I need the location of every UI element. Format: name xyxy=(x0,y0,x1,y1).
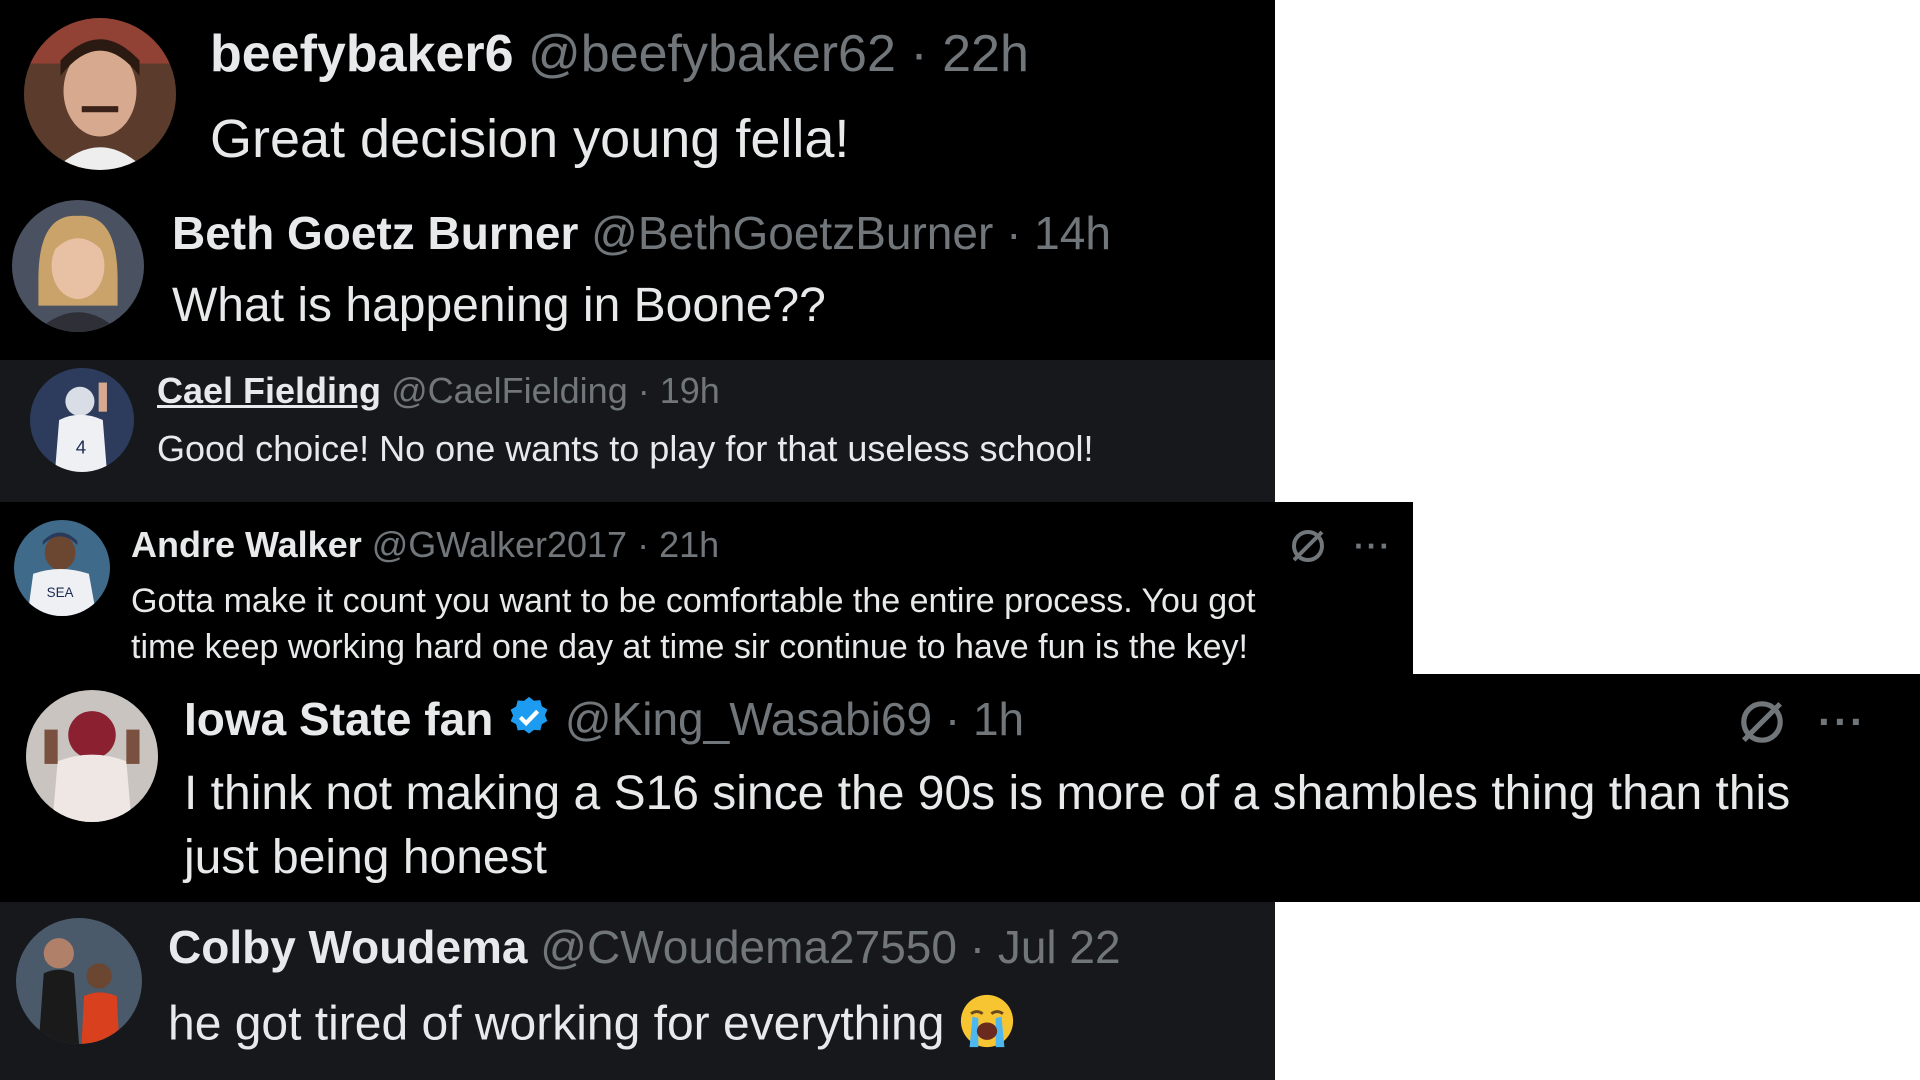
reply-text: Gotta make it count you want to be comfo… xyxy=(131,578,1256,670)
reply-text-line: I think not making a S16 since the 90s i… xyxy=(184,767,1791,820)
reply-cael-fielding[interactable]: 4 Cael Fielding @CaelFielding · 19h Good… xyxy=(0,360,1275,502)
more-icon[interactable]: ··· xyxy=(1354,528,1392,565)
reply-iowa-state-fan[interactable]: Iowa State fan @King_Wasabi69 · 1h ··· I… xyxy=(0,674,1920,902)
separator: · xyxy=(637,524,650,565)
reply-colby-woudema[interactable]: Colby Woudema @CWoudema27550 · Jul 22 he… xyxy=(0,902,1275,1080)
avatar[interactable] xyxy=(24,18,176,170)
display-name[interactable]: Cael Fielding xyxy=(157,370,381,411)
reply-text: What is happening in Boone?? xyxy=(172,279,826,332)
separator: · xyxy=(637,370,650,411)
reply-beefybaker6[interactable]: beefybaker6 @beefybaker62 · 22h Great de… xyxy=(0,0,1275,180)
timestamp[interactable]: 14h xyxy=(1034,207,1111,259)
handle[interactable]: @beefybaker62 xyxy=(528,25,896,83)
avatar[interactable] xyxy=(12,200,144,332)
reply-text-line: Gotta make it count you want to be comfo… xyxy=(131,582,1256,620)
display-name[interactable]: Beth Goetz Burner xyxy=(172,207,578,259)
avatar[interactable] xyxy=(26,690,158,822)
handle[interactable]: @King_Wasabi69 xyxy=(565,693,932,745)
avatar[interactable] xyxy=(16,918,142,1044)
grok-icon[interactable] xyxy=(1736,696,1788,748)
separator: · xyxy=(944,693,961,745)
timestamp[interactable]: 22h xyxy=(942,25,1029,83)
display-name[interactable]: beefybaker6 xyxy=(210,25,514,83)
reply-beth-goetz-burner[interactable]: Beth Goetz Burner @BethGoetzBurner · 14h… xyxy=(0,180,1275,360)
reply-text-line: just being honest xyxy=(184,831,547,884)
timestamp[interactable]: 21h xyxy=(659,524,719,565)
grok-icon[interactable] xyxy=(1288,526,1328,566)
more-icon[interactable]: ··· xyxy=(1818,698,1866,746)
avatar[interactable]: SEA xyxy=(14,520,110,616)
handle[interactable]: @BethGoetzBurner xyxy=(591,207,993,259)
display-name[interactable]: Iowa State fan xyxy=(184,693,493,745)
reply-collage: beefybaker6 @beefybaker62 · 22h Great de… xyxy=(0,0,1920,1080)
separator: · xyxy=(969,921,986,973)
loudly-crying-face-emoji xyxy=(958,992,1016,1062)
avatar[interactable]: 4 xyxy=(30,368,134,472)
reply-text: Good choice! No one wants to play for th… xyxy=(157,428,1094,469)
svg-text:4: 4 xyxy=(76,436,86,457)
reply-text: Great decision young fella! xyxy=(210,109,850,169)
handle[interactable]: @CaelFielding xyxy=(391,370,628,411)
verified-badge-icon xyxy=(506,694,552,751)
timestamp[interactable]: 19h xyxy=(660,370,720,411)
separator: · xyxy=(1006,207,1022,259)
reply-text-line: time keep working hard one day at time s… xyxy=(131,628,1248,666)
reply-text: I think not making a S16 since the 90s i… xyxy=(184,762,1790,890)
timestamp[interactable]: Jul 22 xyxy=(998,921,1121,973)
reply-text: he got tired of working for everything xyxy=(168,992,1016,1062)
display-name[interactable]: Colby Woudema xyxy=(168,921,528,973)
reply-text-content: he got tired of working for everything xyxy=(168,997,945,1051)
handle[interactable]: @GWalker2017 xyxy=(372,524,627,565)
display-name[interactable]: Andre Walker xyxy=(131,524,362,565)
svg-text:SEA: SEA xyxy=(47,585,74,600)
separator: · xyxy=(910,25,928,83)
timestamp[interactable]: 1h xyxy=(973,693,1024,745)
handle[interactable]: @CWoudema27550 xyxy=(540,921,957,973)
reply-andre-walker[interactable]: SEA Andre Walker @GWalker2017 · 21h ··· … xyxy=(0,502,1413,674)
